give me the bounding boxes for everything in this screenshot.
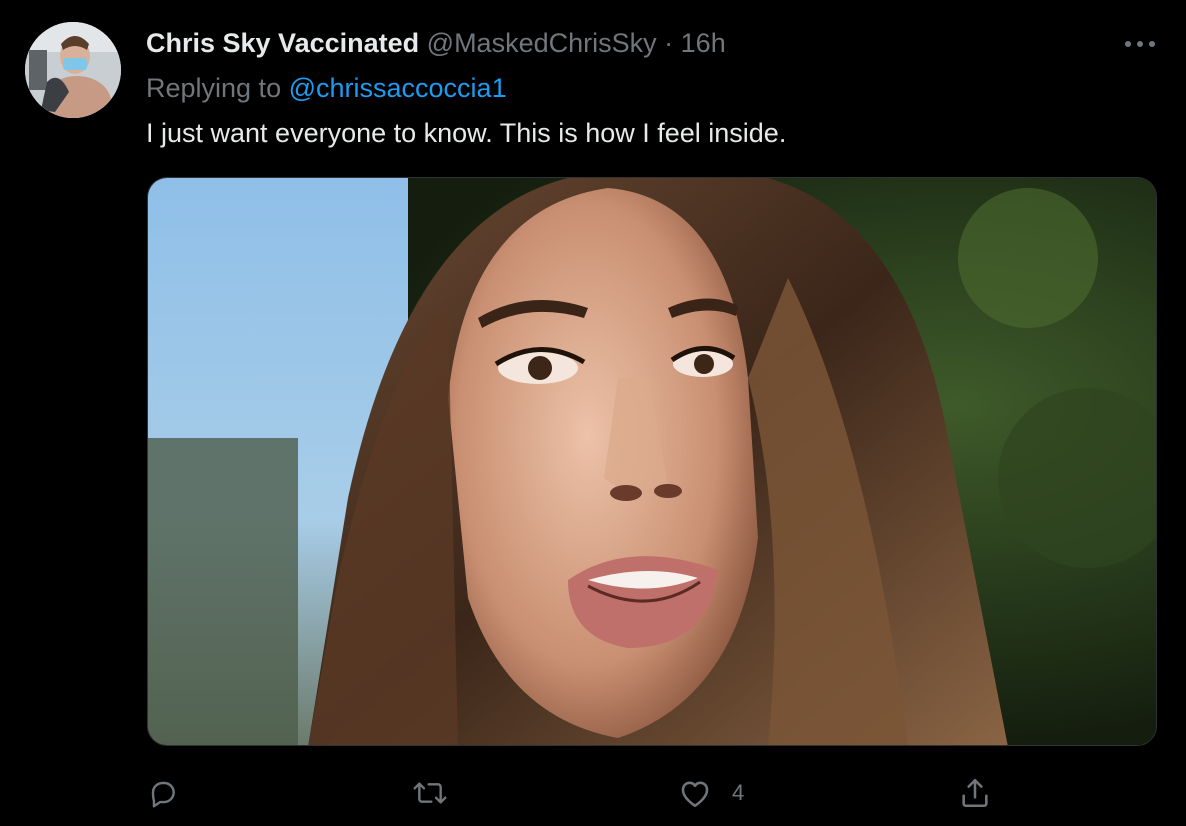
replying-to-handle[interactable]: @chrissaccoccia1 bbox=[289, 73, 507, 103]
like-count: 4 bbox=[732, 780, 745, 805]
tweet-photo[interactable] bbox=[147, 177, 1157, 746]
heart-icon bbox=[681, 781, 709, 808]
more-icon bbox=[1125, 41, 1155, 47]
share-button[interactable] bbox=[958, 768, 992, 818]
replying-to-line: Replying to @chrissaccoccia1 bbox=[146, 71, 507, 105]
user-handle[interactable]: @MaskedChrisSky bbox=[427, 28, 657, 58]
tweet-header: Chris Sky Vaccinated @MaskedChrisSky · 1… bbox=[146, 26, 726, 60]
replying-to-label: Replying to bbox=[146, 73, 282, 103]
share-icon bbox=[962, 778, 988, 808]
more-options-button[interactable] bbox=[1120, 30, 1160, 58]
timestamp[interactable]: 16h bbox=[681, 28, 726, 58]
like-button[interactable]: 4 bbox=[678, 768, 744, 818]
avatar[interactable] bbox=[25, 22, 121, 118]
display-name[interactable]: Chris Sky Vaccinated bbox=[146, 28, 419, 58]
retweet-icon bbox=[413, 782, 447, 804]
tweet-actions: 4 bbox=[0, 768, 1186, 818]
reply-button[interactable] bbox=[147, 768, 179, 818]
separator-dot: · bbox=[664, 28, 674, 58]
tweet[interactable]: Chris Sky Vaccinated @MaskedChrisSky · 1… bbox=[0, 0, 1186, 826]
retweet-button[interactable] bbox=[411, 768, 449, 818]
reply-icon bbox=[151, 781, 175, 808]
tweet-text: I just want everyone to know. This is ho… bbox=[146, 118, 787, 148]
